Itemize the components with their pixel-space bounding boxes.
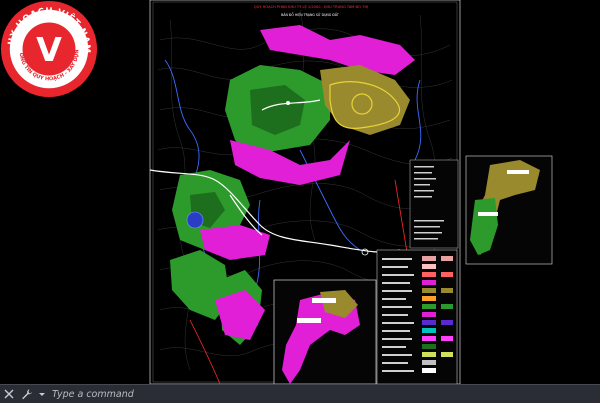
drawing-canvas[interactable]: QUY HOẠCH PHÂN KHU TỶ LỆ 1/2000 - KHU TR… <box>0 0 600 384</box>
command-input[interactable] <box>48 387 316 401</box>
close-icon[interactable] <box>0 385 18 403</box>
chevron-down-icon[interactable] <box>36 385 48 403</box>
drawing-map-title: BẢN ĐỒ HIỆN TRẠNG SỬ DỤNG ĐẤT <box>281 13 339 17</box>
watermark-letter: V <box>36 30 62 69</box>
watermark-logo: QUY HOẠCH VIỆT NAM THÔNG TIN QUY HOẠCH -… <box>0 0 98 98</box>
drawing-sheet-title: QUY HOẠCH PHÂN KHU TỶ LỆ 1/2000 - KHU TR… <box>253 5 369 9</box>
wrench-icon[interactable] <box>18 385 36 403</box>
command-line-bar <box>0 384 600 403</box>
